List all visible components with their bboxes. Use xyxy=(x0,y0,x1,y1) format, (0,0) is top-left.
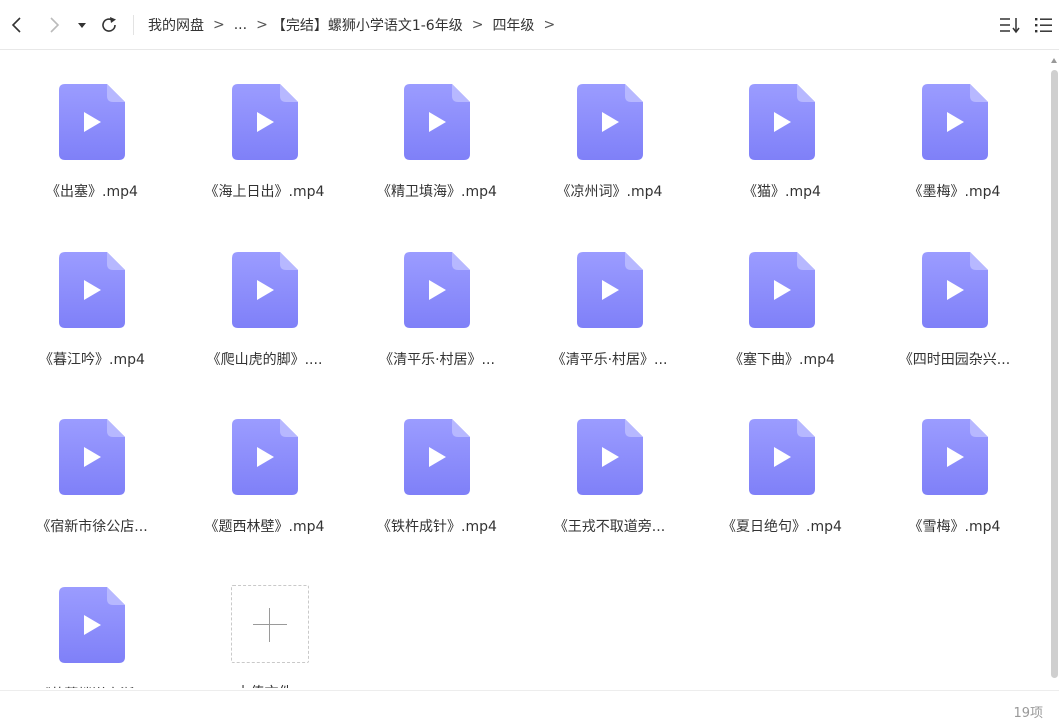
video-file-icon xyxy=(59,586,125,663)
video-file-icon xyxy=(59,84,125,160)
file-item[interactable]: 《夏日绝句》.mp4 xyxy=(696,387,868,547)
breadcrumb: 我的网盘 > ... > 【完结】螺狮小学语文1-6年级 > 四年级 > xyxy=(148,0,564,50)
video-file-icon xyxy=(576,84,643,160)
scrollbar-thumb[interactable] xyxy=(1051,70,1058,678)
breadcrumb-root[interactable]: 我的网盘 xyxy=(148,15,204,35)
file-item[interactable]: 《雪梅》.mp4 xyxy=(869,387,1041,547)
file-item[interactable]: 《铁杵成针》.mp4 xyxy=(351,387,523,547)
video-file-icon xyxy=(231,84,298,160)
file-item[interactable]: 《题西林壁》.mp4 xyxy=(179,387,351,547)
file-name: 《塞下曲》.mp4 xyxy=(729,351,835,368)
file-item[interactable]: 《宿新市徐公店... xyxy=(6,387,178,547)
toolbar: 我的网盘 > ... > 【完结】螺狮小学语文1-6年级 > 四年级 > xyxy=(0,0,1059,50)
video-file-icon xyxy=(59,419,125,495)
file-name: 《海上日出》.mp4 xyxy=(204,184,325,200)
refresh-icon[interactable] xyxy=(98,12,122,38)
video-file-icon xyxy=(921,84,988,160)
video-file-icon xyxy=(404,84,470,160)
file-item[interactable]: 《精卫填海》.mp4 xyxy=(351,52,523,212)
breadcrumb-separator: > xyxy=(256,17,268,33)
file-name: 《夏日绝句》.mp4 xyxy=(722,519,842,535)
file-item[interactable]: 《清平乐·村居》... xyxy=(524,220,696,380)
dropdown-caret-icon[interactable] xyxy=(75,12,89,38)
file-name: 《雪梅》.mp4 xyxy=(908,519,1001,535)
breadcrumb-ellipsis[interactable]: ... xyxy=(234,17,247,33)
video-file-icon xyxy=(404,251,470,328)
video-file-icon xyxy=(749,419,815,495)
upload-file-label: 上传文件 xyxy=(179,682,351,689)
video-file-icon xyxy=(576,251,643,328)
file-name: 《四时田园杂兴... xyxy=(898,351,1011,368)
file-item[interactable]: 《四时田园杂兴... xyxy=(869,220,1041,380)
video-file-icon xyxy=(749,84,815,160)
breadcrumb-separator[interactable]: > xyxy=(543,17,555,33)
file-item[interactable]: 《出塞》.mp4 xyxy=(6,52,178,212)
file-item[interactable]: 《墨梅》.mp4 xyxy=(869,52,1041,212)
file-grid: 《出塞》.mp4 《海上日出》.mp4 《精卫填海》.mp4 《凉州词》.mp4 《猫》… xyxy=(0,52,1050,688)
video-file-icon xyxy=(231,251,298,328)
breadcrumb-folder[interactable]: 【完结】螺狮小学语文1-6年级 xyxy=(272,15,463,35)
scroll-up-arrow-icon[interactable] xyxy=(1051,58,1057,63)
back-arrow-icon[interactable] xyxy=(6,12,30,38)
file-item[interactable]: 《王戎不取道旁... xyxy=(524,387,696,547)
file-item[interactable]: 《海上日出》.mp4 xyxy=(179,52,351,212)
file-name: 《暮江吟》.mp4 xyxy=(39,351,145,368)
breadcrumb-current[interactable]: 四年级 xyxy=(492,15,534,35)
video-file-icon xyxy=(404,419,470,495)
video-file-icon xyxy=(576,419,643,495)
file-name: 《清平乐·村居》... xyxy=(379,351,495,368)
file-name: 《爬山虎的脚》.... xyxy=(206,351,323,368)
file-name: 《题西林壁》.mp4 xyxy=(204,519,325,535)
file-name: 《出塞》.mp4 xyxy=(46,184,138,200)
file-item[interactable]: 《塞下曲》.mp4 xyxy=(696,220,868,380)
file-name: 《墨梅》.mp4 xyxy=(908,184,1001,200)
plus-icon[interactable] xyxy=(230,584,309,663)
file-name: 《凉州词》.mp4 xyxy=(556,184,663,200)
breadcrumb-separator: > xyxy=(471,17,484,33)
file-item[interactable]: 《清平乐·村居》... xyxy=(351,220,523,380)
video-file-icon xyxy=(231,419,298,495)
file-name: 《清平乐·村居》... xyxy=(551,351,668,368)
status-bar: 19项 xyxy=(0,690,1059,727)
breadcrumb-separator: > xyxy=(213,17,225,33)
upload-file-button[interactable]: 上传文件 xyxy=(179,584,351,689)
file-name: 《猫》.mp4 xyxy=(743,184,821,200)
file-item[interactable]: 《芙蓉楼送辛渐... xyxy=(6,555,178,689)
file-item[interactable]: 《猫》.mp4 xyxy=(696,52,868,212)
file-item[interactable]: 《爬山虎的脚》.... xyxy=(179,220,351,380)
toolbar-divider xyxy=(133,15,134,35)
file-item[interactable]: 《凉州词》.mp4 xyxy=(524,52,696,212)
file-name: 《宿新市徐公店... xyxy=(36,519,148,535)
file-name: 《芙蓉楼送辛渐... xyxy=(6,684,178,689)
item-count: 19项 xyxy=(1013,706,1043,721)
sort-view-icon[interactable] xyxy=(999,16,1021,38)
video-file-icon xyxy=(921,251,988,328)
video-file-icon xyxy=(749,251,815,328)
forward-arrow-icon[interactable] xyxy=(41,12,65,38)
video-file-icon xyxy=(59,251,125,328)
file-name: 《精卫填海》.mp4 xyxy=(377,184,497,200)
file-name: 《铁杵成针》.mp4 xyxy=(377,519,497,535)
list-view-icon[interactable] xyxy=(1034,16,1054,38)
video-file-icon xyxy=(921,419,988,495)
file-item[interactable]: 《暮江吟》.mp4 xyxy=(6,220,178,380)
scrollbar[interactable] xyxy=(1050,52,1059,688)
file-name: 《王戎不取道旁... xyxy=(553,519,666,535)
